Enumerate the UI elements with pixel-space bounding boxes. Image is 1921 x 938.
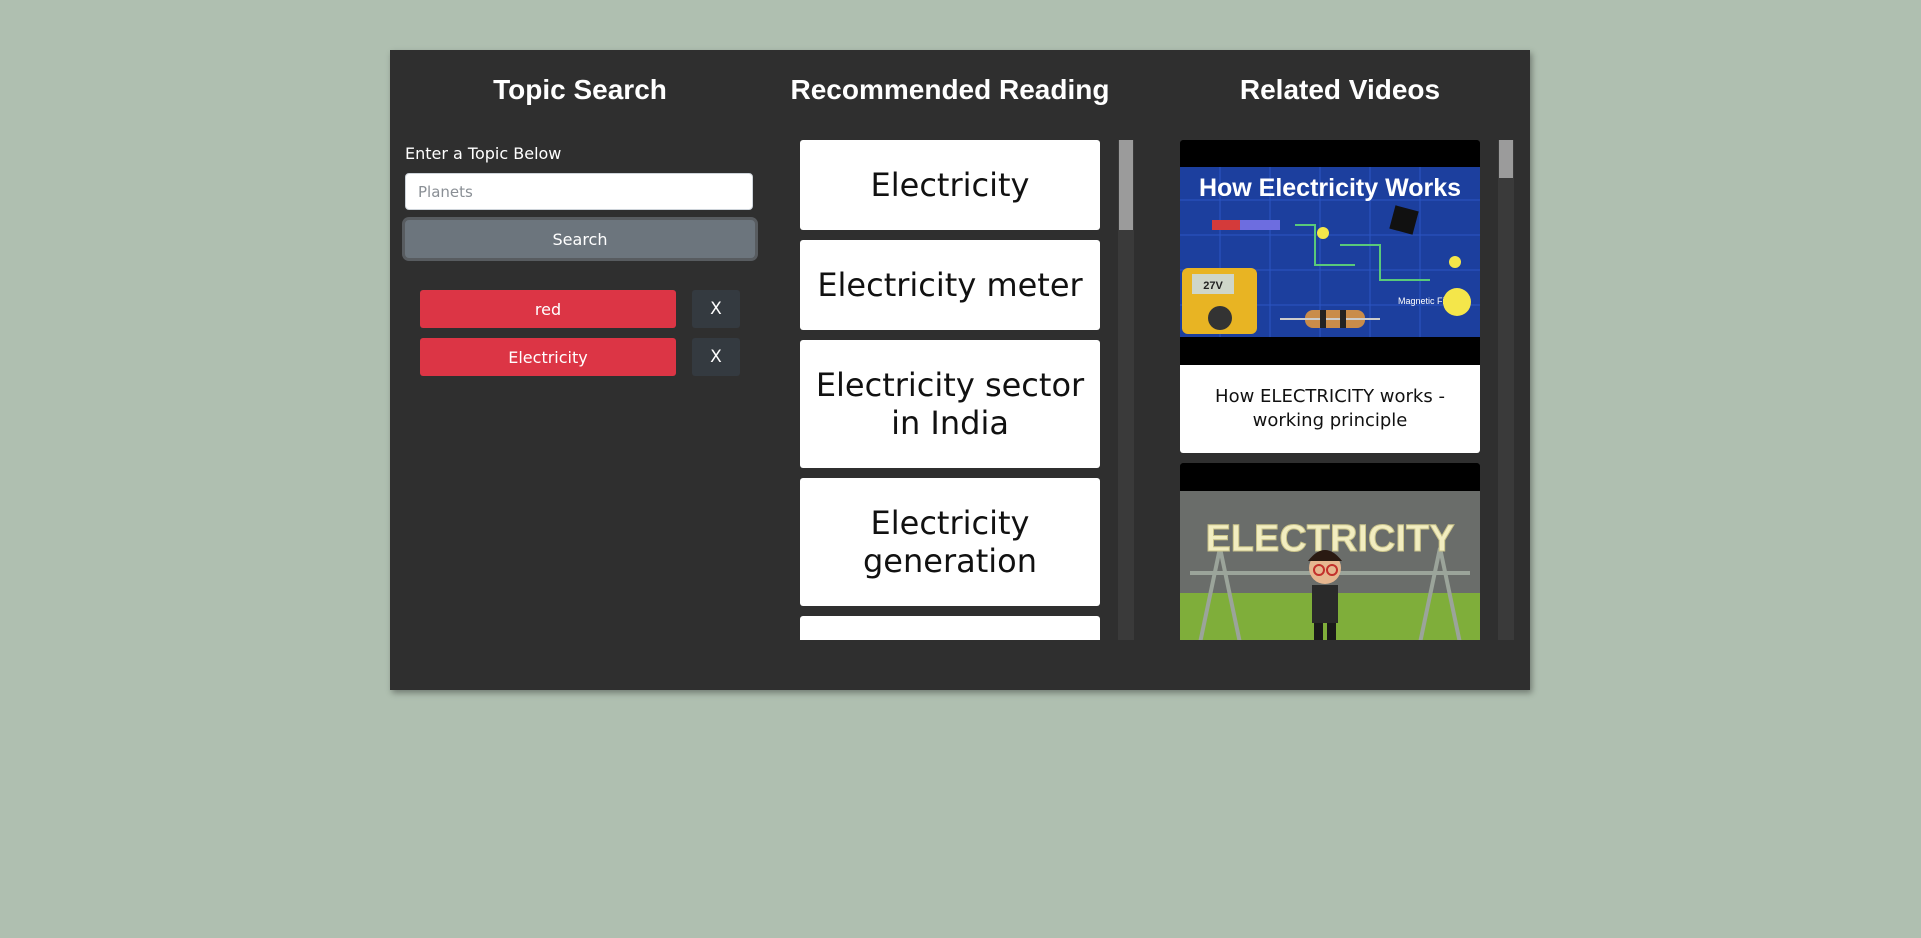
video-scrollbar[interactable] — [1498, 140, 1514, 640]
video-scroll-thumb[interactable] — [1499, 140, 1513, 178]
thumbnail-voltage-text: 27V — [1203, 280, 1223, 292]
search-button[interactable]: Search — [405, 220, 755, 258]
remove-history-red-button[interactable]: X — [692, 290, 740, 328]
video-list[interactable]: How Electricity Works 27V Magnetic Field… — [1180, 140, 1480, 640]
video-thumbnail[interactable]: How Electricity Works 27V Magnetic Field — [1180, 140, 1480, 365]
thumbnail-text: How Electricity Works — [1199, 174, 1461, 202]
reading-item[interactable]: Electricity meter — [800, 240, 1100, 330]
related-videos-title: Related Videos — [1239, 74, 1441, 105]
video-card[interactable]: ELECTRICITY — [1180, 463, 1480, 640]
video-thumbnail[interactable]: ELECTRICITY — [1180, 463, 1480, 640]
topic-search-title: Topic Search — [493, 74, 667, 105]
reading-item[interactable] — [800, 616, 1100, 640]
topic-search-input[interactable] — [405, 173, 753, 210]
reading-list[interactable]: Electricity Electricity meter Electricit… — [800, 140, 1100, 640]
reading-scrollbar[interactable] — [1118, 140, 1134, 640]
remove-history-electricity-button[interactable]: X — [692, 338, 740, 376]
video-card[interactable]: How Electricity Works 27V Magnetic Field… — [1180, 140, 1480, 453]
reading-scroll-thumb[interactable] — [1119, 140, 1133, 230]
history-item-red[interactable]: red — [420, 290, 676, 328]
electricity-cartoon-thumbnail-image: ELECTRICITY — [1180, 463, 1480, 640]
reading-item[interactable]: Electricity sector in India — [800, 340, 1100, 468]
main-panel: Topic Search Enter a Topic Below Search … — [390, 50, 1530, 690]
reading-item[interactable]: Electricity generation — [800, 478, 1100, 606]
topic-input-label: Enter a Topic Below — [405, 144, 562, 163]
video-title[interactable]: How ELECTRICITY works - working principl… — [1180, 365, 1480, 453]
recommended-reading-title: Recommended Reading — [790, 74, 1110, 105]
reading-item[interactable]: Electricity — [800, 140, 1100, 230]
electricity-works-thumbnail-image: How Electricity Works 27V Magnetic Field — [1180, 140, 1480, 365]
history-item-electricity[interactable]: Electricity — [420, 338, 676, 376]
